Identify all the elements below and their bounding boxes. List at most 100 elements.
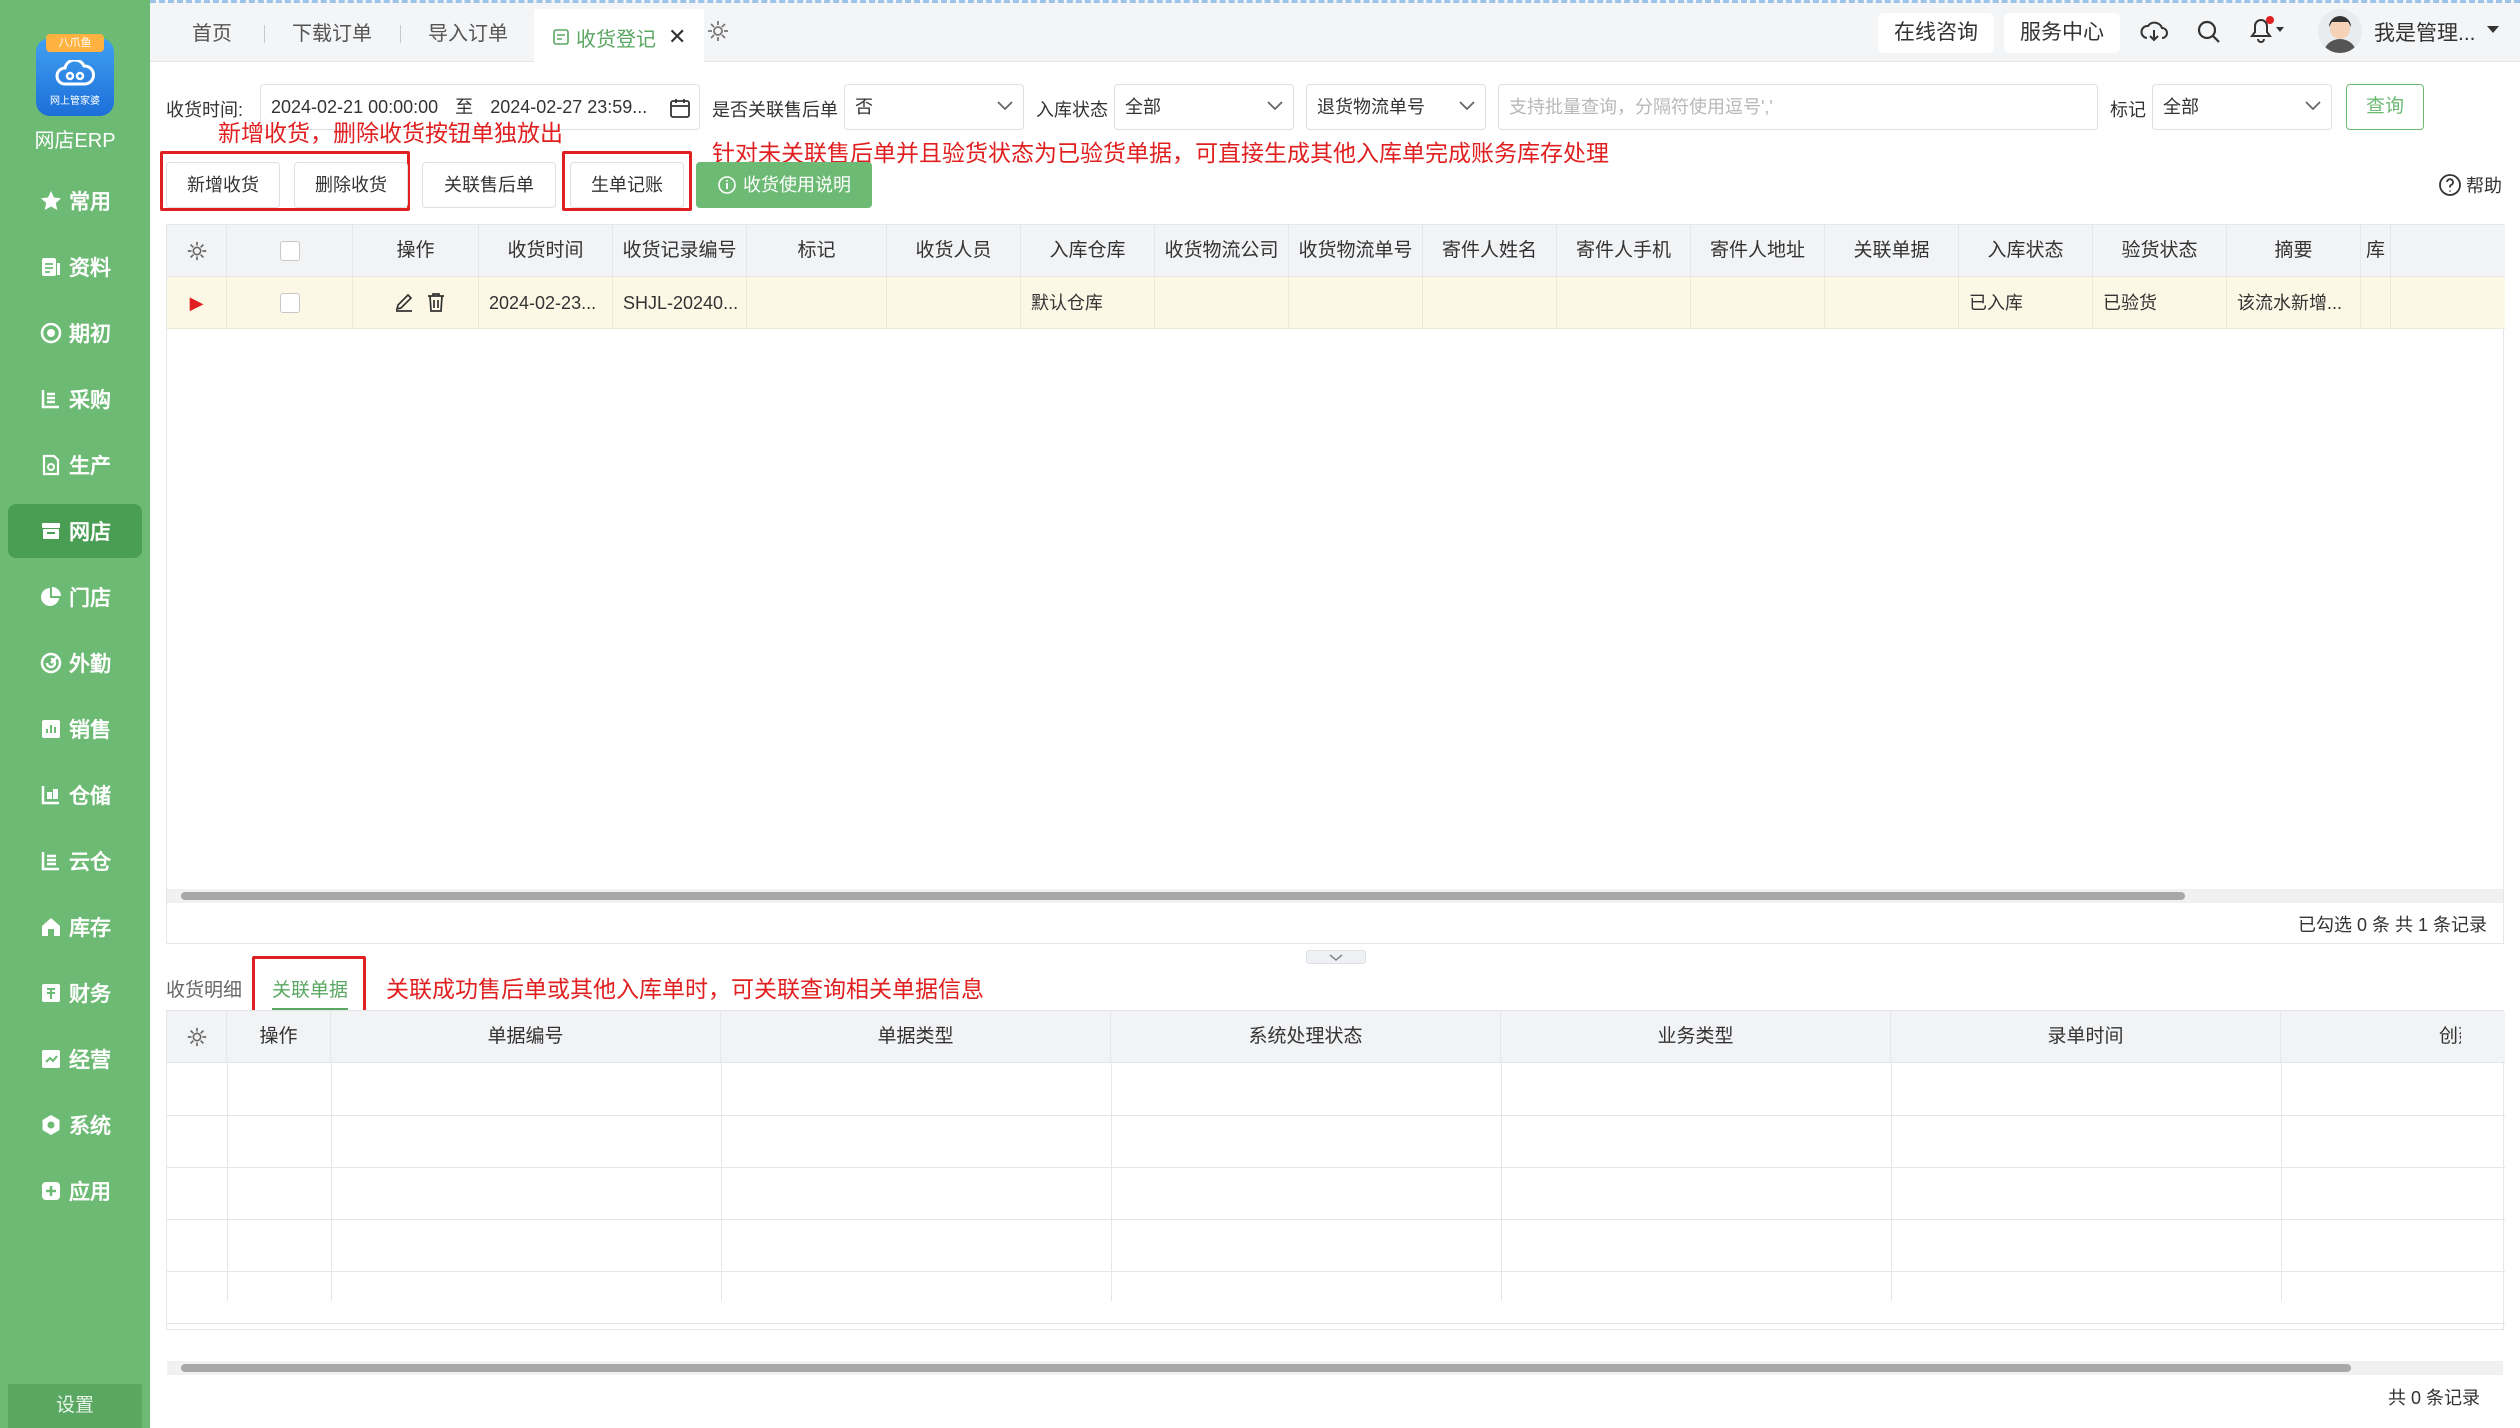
sidebar-item-14[interactable]: 系统 bbox=[8, 1098, 142, 1152]
linked-horizontal-scrollbar[interactable] bbox=[167, 1361, 2503, 1375]
sidebar-item-11[interactable]: 库存 bbox=[8, 900, 142, 954]
sidebar-item-1[interactable]: 资料 bbox=[8, 240, 142, 294]
search-icon[interactable] bbox=[2196, 19, 2222, 45]
sidebar-item-3[interactable]: 采购 bbox=[8, 372, 142, 426]
link-aftersale-button[interactable]: 关联售后单 bbox=[422, 162, 556, 208]
sidebar-item-6[interactable]: 门店 bbox=[8, 570, 142, 624]
col-header-sender-name[interactable]: 寄件人姓名 bbox=[1423, 225, 1557, 277]
annotation-note-add-delete: 新增收货，删除收货按钮单独放出 bbox=[218, 120, 563, 146]
tab-receiving-register[interactable]: 收货登记 ✕ bbox=[534, 9, 704, 65]
user-avatar-icon bbox=[2324, 16, 2356, 53]
tab-download-orders[interactable]: 下载订单 bbox=[292, 17, 372, 51]
query-button[interactable]: 查询 bbox=[2346, 84, 2424, 130]
horizontal-scrollbar[interactable] bbox=[167, 889, 2503, 903]
col-header-linked-doc[interactable]: 关联单据 bbox=[1825, 225, 1959, 277]
linked-col-header-operation[interactable]: 操作 bbox=[227, 1011, 331, 1063]
close-tab-icon[interactable]: ✕ bbox=[668, 24, 686, 50]
cloud-logo-icon bbox=[55, 60, 95, 86]
col-header-store[interactable]: 库 bbox=[2361, 225, 2391, 277]
sidebar-item-label: 期初 bbox=[69, 323, 111, 346]
linked-aftersale-select[interactable]: 否 bbox=[844, 84, 1024, 130]
sidebar-item-0[interactable]: 常用 bbox=[8, 174, 142, 228]
table-row[interactable]: ▶ 2024-02-23... SHJL-20240... 默认仓库 已入库 已验货 该流… bbox=[167, 277, 2505, 329]
col-header-logistics-company[interactable]: 收货物流公司 bbox=[1155, 225, 1289, 277]
col-header-receiver[interactable]: 收货人员 bbox=[887, 225, 1021, 277]
avatar[interactable] bbox=[2318, 9, 2362, 53]
mark-value: 全部 bbox=[2163, 97, 2199, 117]
linked-grid-header: 操作单据编号单据类型系统处理状态业务类型录单时间创建方式 bbox=[167, 1011, 2505, 1063]
annotation-note-linked-docs: 关联成功售后单或其他入库单时，可关联查询相关单据信息 bbox=[386, 976, 984, 1002]
linked-col-header-entry-time[interactable]: 录单时间 bbox=[1891, 1011, 2281, 1063]
col-header-warehouse[interactable]: 入库仓库 bbox=[1021, 225, 1155, 277]
trash-icon[interactable] bbox=[425, 291, 447, 313]
row-checkbox[interactable] bbox=[279, 293, 300, 313]
gear-icon[interactable] bbox=[186, 1026, 208, 1048]
info-icon bbox=[718, 176, 736, 194]
edit-icon[interactable] bbox=[393, 291, 415, 313]
calendar-icon[interactable] bbox=[669, 97, 691, 119]
col-header-logistics-no[interactable]: 收货物流单号 bbox=[1289, 225, 1423, 277]
tab-linked-documents[interactable]: 关联单据 bbox=[272, 975, 349, 1011]
tab-import-orders[interactable]: 导入订单 bbox=[428, 17, 508, 51]
linked-col-header-create-method[interactable]: 创建方式 bbox=[2281, 1011, 2461, 1063]
sidebar-item-12[interactable]: 财务 bbox=[8, 966, 142, 1020]
sidebar-item-9[interactable]: 仓储 bbox=[8, 768, 142, 822]
batch-search-input[interactable]: 支持批量查询，分隔符使用逗号',' bbox=[1498, 84, 2098, 130]
profile-icon bbox=[42, 258, 60, 276]
help-link[interactable]: 帮助 bbox=[2438, 172, 2502, 198]
linked-col-header-biz-type[interactable]: 业务类型 bbox=[1501, 1011, 1891, 1063]
panel-splitter-handle[interactable] bbox=[1306, 950, 1366, 964]
online-consult-button[interactable]: 在线咨询 bbox=[1878, 13, 1994, 53]
cell-linked-doc bbox=[1825, 277, 1959, 329]
col-header-instock-status[interactable]: 入库状态 bbox=[1959, 225, 2093, 277]
sidebar-item-15[interactable]: 应用 bbox=[8, 1164, 142, 1218]
scrollbar-thumb[interactable] bbox=[181, 892, 2185, 900]
delete-receiving-button[interactable]: 删除收货 bbox=[294, 162, 408, 208]
sidebar-item-13[interactable]: 经营 bbox=[8, 1032, 142, 1086]
return-logistics-select[interactable]: 退货物流单号 bbox=[1306, 84, 1486, 130]
linked-col-header-doc-type[interactable]: 单据类型 bbox=[721, 1011, 1111, 1063]
cell-instock-status: 已入库 bbox=[1959, 277, 2093, 329]
col-header-record-no[interactable]: 收货记录编号 bbox=[613, 225, 747, 277]
sidebar-item-10[interactable]: 云仓 bbox=[8, 834, 142, 888]
linked-col-header-doc-no[interactable]: 单据编号 bbox=[331, 1011, 721, 1063]
grid-footer-count: 已勾选 0 条 共 1 条记录 bbox=[2297, 915, 2487, 935]
cell-warehouse: 默认仓库 bbox=[1021, 277, 1155, 329]
col-header-inspect-status[interactable]: 验货状态 bbox=[2093, 225, 2227, 277]
sidebar-item-8[interactable]: 销售 bbox=[8, 702, 142, 756]
col-header-sender-phone[interactable]: 寄件人手机 bbox=[1557, 225, 1691, 277]
sidebar-item-2[interactable]: 期初 bbox=[8, 306, 142, 360]
linked-col-header-sys-status[interactable]: 系统处理状态 bbox=[1111, 1011, 1501, 1063]
service-center-button[interactable]: 服务中心 bbox=[2004, 13, 2120, 53]
tab-receiving-detail[interactable]: 收货明细 bbox=[166, 975, 242, 1002]
col-header-operation[interactable]: 操作 bbox=[353, 225, 479, 277]
tab-home[interactable]: 首页 bbox=[192, 17, 232, 51]
linked-scrollbar-thumb[interactable] bbox=[181, 1364, 2351, 1372]
instock-status-select[interactable]: 全部 bbox=[1114, 84, 1294, 130]
col-header-summary[interactable]: 摘要 bbox=[2227, 225, 2361, 277]
row-actions bbox=[353, 277, 479, 329]
cell-receive-time: 2024-02-23... bbox=[479, 277, 613, 329]
sidebar-item-5[interactable]: 网店 bbox=[8, 504, 142, 558]
generate-bill-button[interactable]: 生单记账 bbox=[570, 162, 684, 208]
select-all-checkbox[interactable] bbox=[279, 241, 300, 261]
sidebar-item-label: 生产 bbox=[69, 455, 111, 478]
mark-select[interactable]: 全部 bbox=[2152, 84, 2332, 130]
settings-button[interactable]: 设置 bbox=[8, 1384, 142, 1428]
cloud-download-icon[interactable] bbox=[2140, 19, 2168, 45]
bell-icon[interactable] bbox=[2248, 15, 2288, 45]
gear-icon[interactable] bbox=[706, 19, 730, 43]
caret-down-icon[interactable] bbox=[2486, 25, 2500, 35]
app-logo[interactable]: 八爪鱼 网上管家婆 bbox=[36, 34, 114, 116]
tab-bar: 首页 下载订单 导入订单 收货登记 ✕ 在线咨询 服务中心 我是管理... bbox=[150, 0, 2520, 65]
add-receiving-button[interactable]: 新增收货 bbox=[166, 162, 280, 208]
field-icon bbox=[40, 652, 62, 674]
sidebar-item-7[interactable]: 外勤 bbox=[8, 636, 142, 690]
col-header-mark[interactable]: 标记 bbox=[747, 225, 887, 277]
receiving-guide-button[interactable]: 收货使用说明 bbox=[696, 162, 872, 208]
gear-icon[interactable] bbox=[186, 240, 208, 262]
col-header-sender-address[interactable]: 寄件人地址 bbox=[1691, 225, 1825, 277]
user-name[interactable]: 我是管理... bbox=[2374, 17, 2476, 47]
sidebar-item-4[interactable]: 生产 bbox=[8, 438, 142, 492]
col-header-receive-time[interactable]: 收货时间 bbox=[479, 225, 613, 277]
